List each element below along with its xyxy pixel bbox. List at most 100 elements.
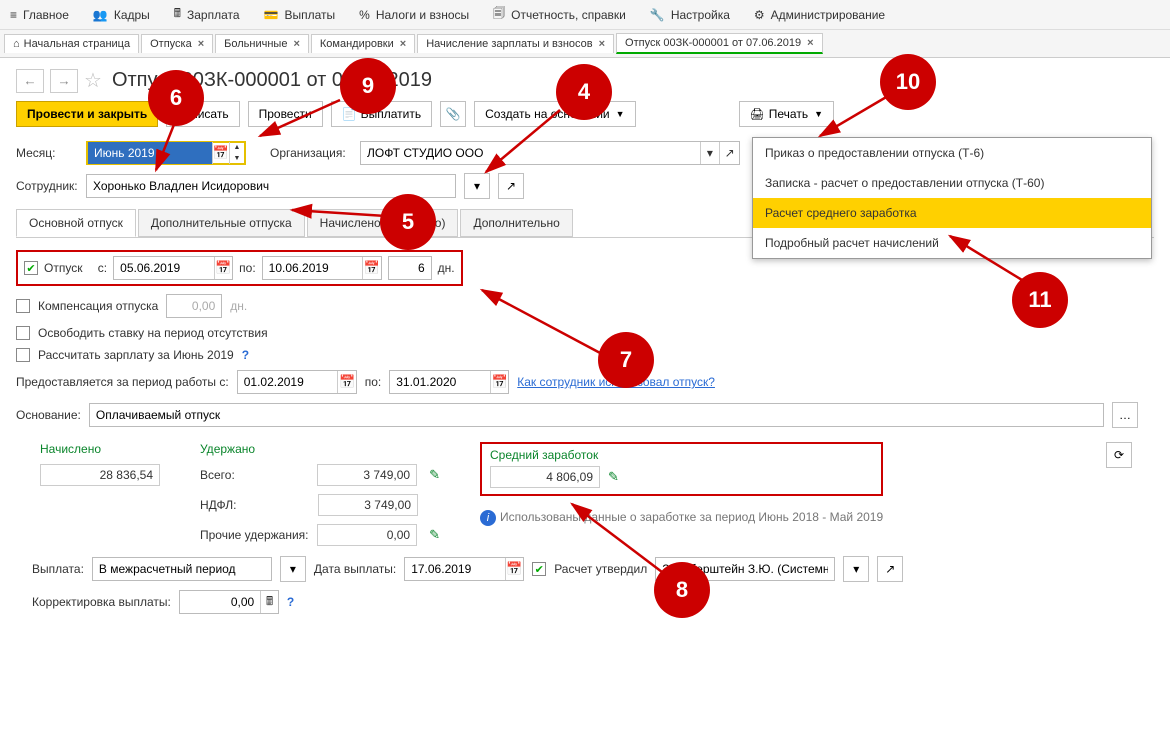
- approver-dropdown-button[interactable]: ▾: [843, 556, 869, 582]
- tab-vacations[interactable]: Отпуска×: [141, 34, 213, 53]
- calendar-icon[interactable]: 📅: [505, 558, 523, 580]
- correction-input[interactable]: [180, 591, 260, 613]
- doc-header: ← → ☆ Отпуск 00ЗК-000001 от 07.06.2019: [0, 58, 1170, 101]
- pay-button[interactable]: 📄Выплатить: [331, 101, 432, 127]
- employee-input[interactable]: [87, 175, 455, 197]
- withheld-label: Удержано: [200, 442, 440, 456]
- month-input[interactable]: [88, 142, 212, 164]
- home-icon: ⌂: [13, 38, 20, 50]
- help-icon[interactable]: ?: [242, 348, 249, 362]
- usage-link[interactable]: Как сотрудник использовал отпуск?: [517, 375, 715, 389]
- print-item-t6[interactable]: Приказ о предоставлении отпуска (Т-6): [753, 138, 1151, 168]
- menu-salary[interactable]: 🖩Зарплата: [168, 0, 246, 29]
- menu-reports[interactable]: 🗐Отчетность, справки: [487, 0, 632, 29]
- accrued-label: Начислено: [40, 442, 160, 456]
- subtab-additional[interactable]: Дополнительные отпуска: [138, 209, 305, 237]
- info-icon: i: [480, 510, 496, 526]
- compensation-input[interactable]: [167, 295, 221, 317]
- free-rate-checkbox[interactable]: [16, 326, 30, 340]
- close-icon[interactable]: ×: [599, 38, 605, 50]
- basis-more-button[interactable]: …: [1112, 402, 1138, 428]
- attach-button[interactable]: 📎: [440, 101, 466, 127]
- menu-payouts[interactable]: 💳Выплаты: [258, 4, 342, 26]
- open-icon[interactable]: ↗: [719, 142, 739, 164]
- recalc-label: Рассчитать зарплату за Июнь 2019: [38, 348, 234, 362]
- org-label: Организация:: [270, 146, 352, 160]
- days-input[interactable]: [389, 257, 431, 279]
- vacation-label: Отпуск: [44, 261, 82, 275]
- basis-input[interactable]: [90, 404, 1103, 426]
- pay-date-label: Дата выплаты:: [314, 562, 396, 576]
- save-button[interactable]: Записать: [166, 101, 239, 127]
- period-from-input[interactable]: [238, 371, 338, 393]
- edit-icon[interactable]: ✎: [429, 527, 440, 543]
- command-bar: Провести и закрыть Записать Провести 📄Вы…: [0, 101, 1170, 137]
- subtab-main[interactable]: Основной отпуск: [16, 209, 136, 237]
- tab-document[interactable]: Отпуск 00ЗК-000001 от 07.06.2019×: [616, 33, 822, 54]
- edit-icon[interactable]: ✎: [429, 467, 440, 483]
- tab-trips[interactable]: Командировки×: [311, 34, 415, 53]
- employee-field[interactable]: [86, 174, 456, 198]
- print-button[interactable]: 🖨Печать▼: [739, 101, 834, 127]
- clip-icon: 📎: [446, 107, 461, 121]
- nav-forward-button[interactable]: →: [50, 69, 78, 93]
- calendar-icon[interactable]: 📅: [337, 371, 355, 393]
- calendar-icon[interactable]: 📅: [212, 142, 229, 164]
- approver-input[interactable]: [656, 558, 834, 580]
- doc-icon: 🗐: [493, 4, 505, 25]
- correction-label: Корректировка выплаты:: [32, 595, 171, 609]
- post-button[interactable]: Провести: [248, 101, 323, 127]
- menu-admin[interactable]: ⚙Администрирование: [748, 4, 891, 26]
- month-spinner[interactable]: ▲▼: [229, 142, 244, 164]
- pay-date-input[interactable]: [405, 558, 505, 580]
- close-icon[interactable]: ×: [293, 38, 299, 50]
- tab-home[interactable]: ⌂Начальная страница: [4, 34, 139, 53]
- money-icon: 📄: [342, 107, 357, 121]
- approver-open-button[interactable]: ↗: [877, 556, 903, 582]
- menu-taxes[interactable]: %Налоги и взносы: [353, 4, 475, 26]
- menu-icon: ≡: [10, 8, 17, 22]
- payout-dropdown-button[interactable]: ▾: [280, 556, 306, 582]
- subtab-extra[interactable]: Дополнительно: [460, 209, 572, 237]
- subtab-accrued[interactable]: Начислено (подробно): [307, 209, 459, 237]
- basis-label: Основание:: [16, 408, 81, 422]
- help-icon[interactable]: ?: [287, 595, 294, 609]
- approved-checkbox[interactable]: [532, 562, 546, 576]
- close-icon[interactable]: ×: [198, 38, 204, 50]
- print-item-detailed[interactable]: Подробный расчет начислений: [753, 228, 1151, 258]
- org-input[interactable]: [361, 142, 700, 164]
- tab-sick[interactable]: Больничные×: [215, 34, 309, 53]
- tab-payroll[interactable]: Начисление зарплаты и взносов×: [417, 34, 614, 53]
- vacation-checkbox[interactable]: [24, 261, 38, 275]
- calendar-icon[interactable]: 📅: [362, 257, 380, 279]
- dropdown-icon[interactable]: ▾: [700, 142, 720, 164]
- calendar-icon[interactable]: 📅: [214, 257, 232, 279]
- close-icon[interactable]: ×: [807, 37, 813, 49]
- print-item-avg-calc[interactable]: Расчет среднего заработка: [753, 198, 1151, 228]
- nav-back-button[interactable]: ←: [16, 69, 44, 93]
- menu-staff[interactable]: 👥Кадры: [87, 4, 156, 26]
- recalc-checkbox[interactable]: [16, 348, 30, 362]
- org-field[interactable]: ▾ ↗: [360, 141, 740, 165]
- calendar-icon[interactable]: 📅: [490, 371, 508, 393]
- compensation-checkbox[interactable]: [16, 299, 30, 313]
- close-icon[interactable]: ×: [400, 38, 406, 50]
- calc-icon[interactable]: 🖩: [260, 591, 278, 613]
- employee-dropdown-button[interactable]: ▾: [464, 173, 490, 199]
- month-field[interactable]: 📅 ▲▼: [86, 141, 246, 165]
- payout-input[interactable]: [93, 558, 271, 580]
- refresh-button[interactable]: ⟳: [1106, 442, 1132, 468]
- date-from-input[interactable]: [114, 257, 214, 279]
- period-to-input[interactable]: [390, 371, 490, 393]
- menu-main[interactable]: ≡Главное: [4, 4, 75, 26]
- create-based-button[interactable]: Создать на основании▼: [474, 101, 635, 127]
- menu-settings[interactable]: 🔧Настройка: [644, 4, 736, 26]
- main-menu: ≡Главное 👥Кадры 🖩Зарплата 💳Выплаты %Нало…: [0, 0, 1170, 30]
- post-and-close-button[interactable]: Провести и закрыть: [16, 101, 158, 127]
- edit-icon[interactable]: ✎: [608, 469, 619, 485]
- date-to-input[interactable]: [263, 257, 363, 279]
- employee-open-button[interactable]: ↗: [498, 173, 524, 199]
- favorite-icon[interactable]: ☆: [84, 68, 102, 93]
- vacation-dates-highlight: Отпуск с: 📅 по: 📅 дн.: [16, 250, 463, 286]
- print-item-t60[interactable]: Записка - расчет о предоставлении отпуск…: [753, 168, 1151, 198]
